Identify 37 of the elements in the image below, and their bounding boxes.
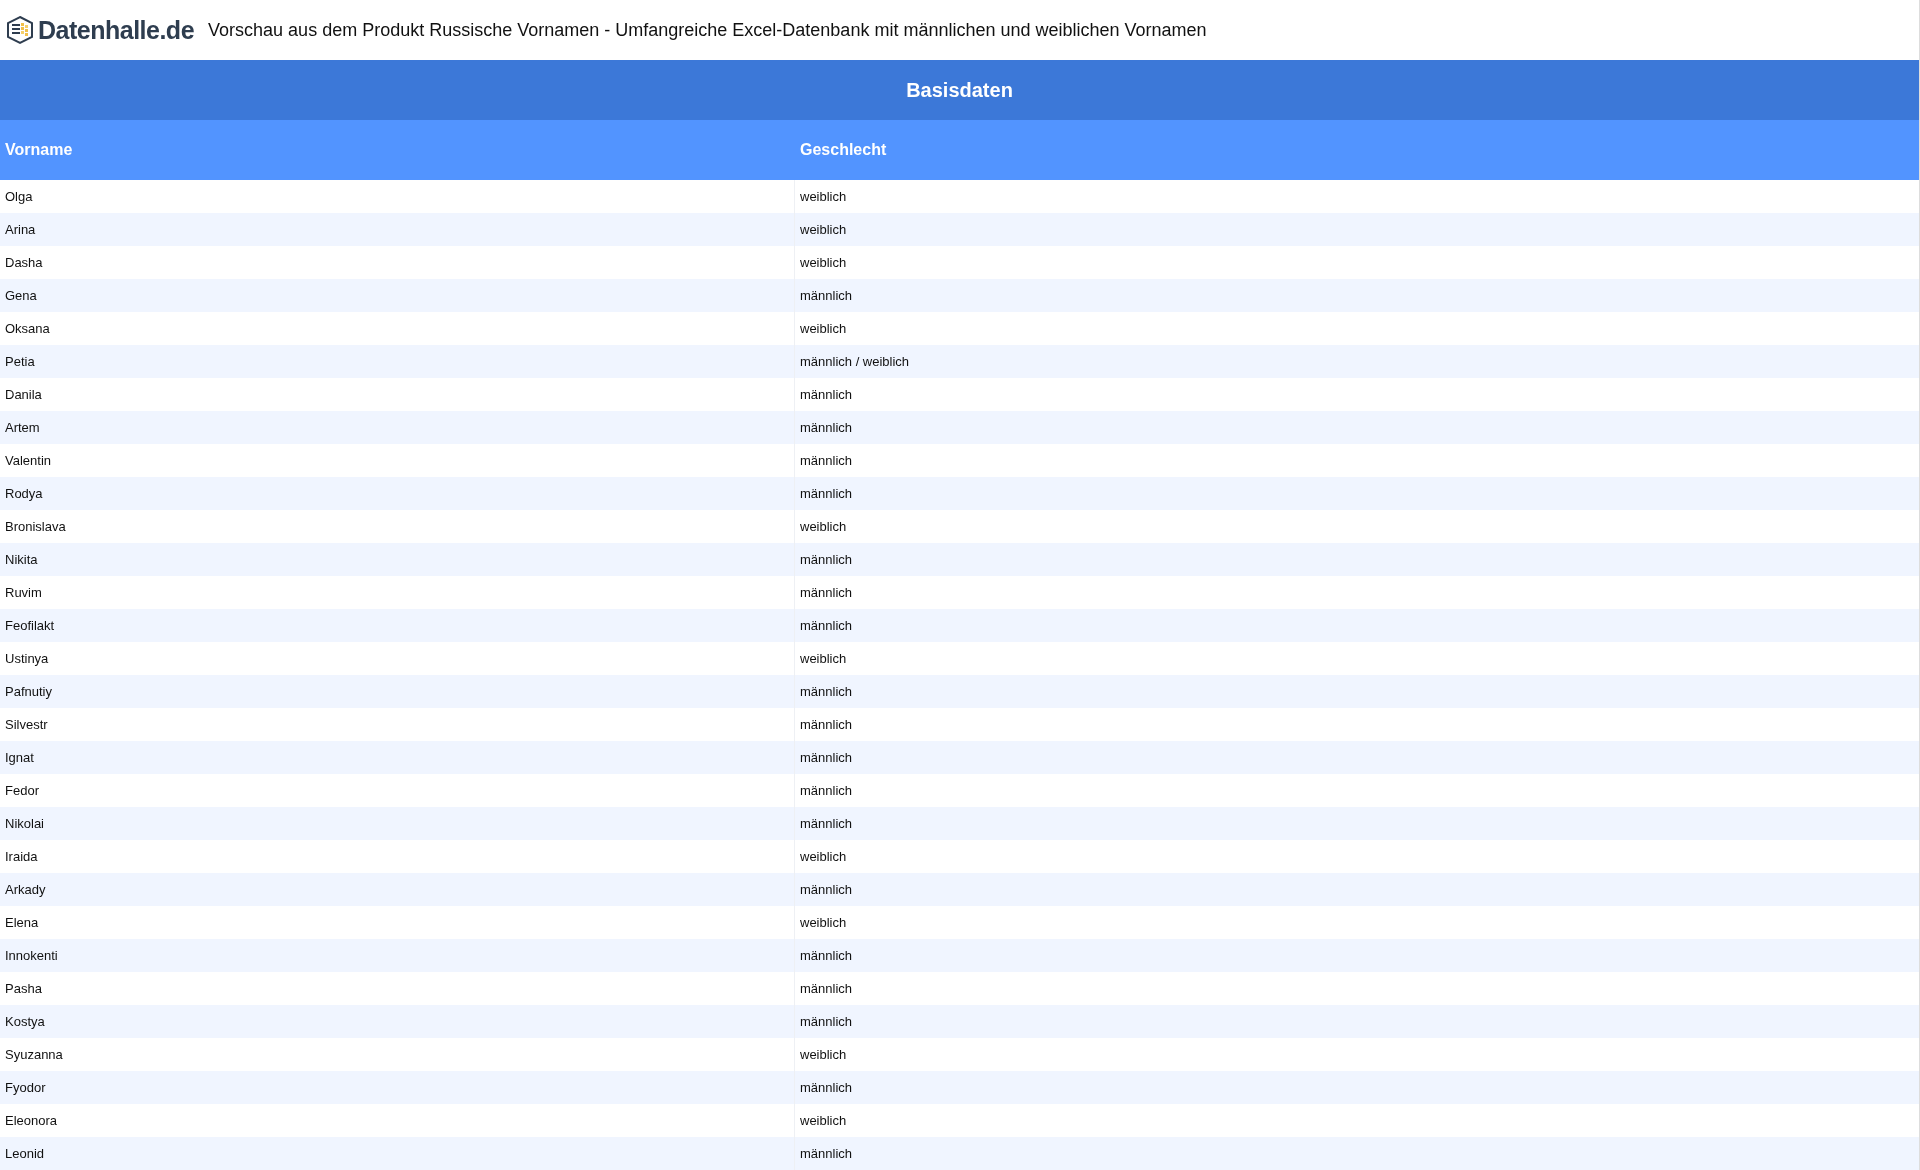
table-cell-text: männlich [799, 419, 854, 437]
table-cell-text: männlich [799, 749, 854, 767]
table-cell-text: weiblich [799, 848, 848, 866]
table-cell-text: männlich / weiblich [799, 353, 911, 371]
logo-icon [5, 15, 35, 45]
table-cell-text: männlich [799, 386, 854, 404]
table-cell-text: männlich [799, 881, 854, 899]
column-header: Geschlecht [799, 140, 888, 160]
table-cell-text: männlich [799, 452, 854, 470]
table-cell-text: weiblich [799, 254, 848, 272]
table-cell-text: weiblich [799, 914, 848, 932]
table-cell-text: weiblich [799, 221, 848, 239]
table-cell-text: männlich [799, 1079, 854, 1097]
table-cell-text: männlich [799, 815, 854, 833]
table-cell: Leonid [0, 1137, 795, 1170]
table-caption: Basisdaten [0, 60, 1919, 120]
logo-text[interactable]: Datenhalle.de [38, 15, 195, 45]
table-cell-text: männlich [799, 584, 854, 602]
table-cell-text: männlich [799, 980, 854, 998]
table-cell-text: männlich [799, 1013, 854, 1031]
table-cell-text: weiblich [799, 650, 848, 668]
table-cell-text: weiblich [799, 188, 848, 206]
table-cell-text: männlich [799, 716, 854, 734]
table-cell-text: männlich [799, 1145, 854, 1163]
table-cell-text: männlich [799, 782, 854, 800]
table-cell-text: männlich [799, 683, 854, 701]
table-cell-text: männlich [799, 617, 854, 635]
table-cell-text: weiblich [799, 1112, 848, 1130]
column-header: Vorname [4, 140, 74, 160]
table-cell-text: männlich [799, 485, 854, 503]
table-cell-text: männlich [799, 947, 854, 965]
page-title: Vorschau aus dem Produkt Russische Vornamen - Umfangreiche Excel-Datenbank mit männlichen und weiblichen Vornamen [208, 19, 1207, 41]
table-cell-text: weiblich [799, 518, 848, 536]
table-cell-text: männlich [799, 551, 854, 569]
table-cell-text: weiblich [799, 320, 848, 338]
table-cell-text: weiblich [799, 1046, 848, 1064]
table-cell-text: männlich [799, 287, 854, 305]
